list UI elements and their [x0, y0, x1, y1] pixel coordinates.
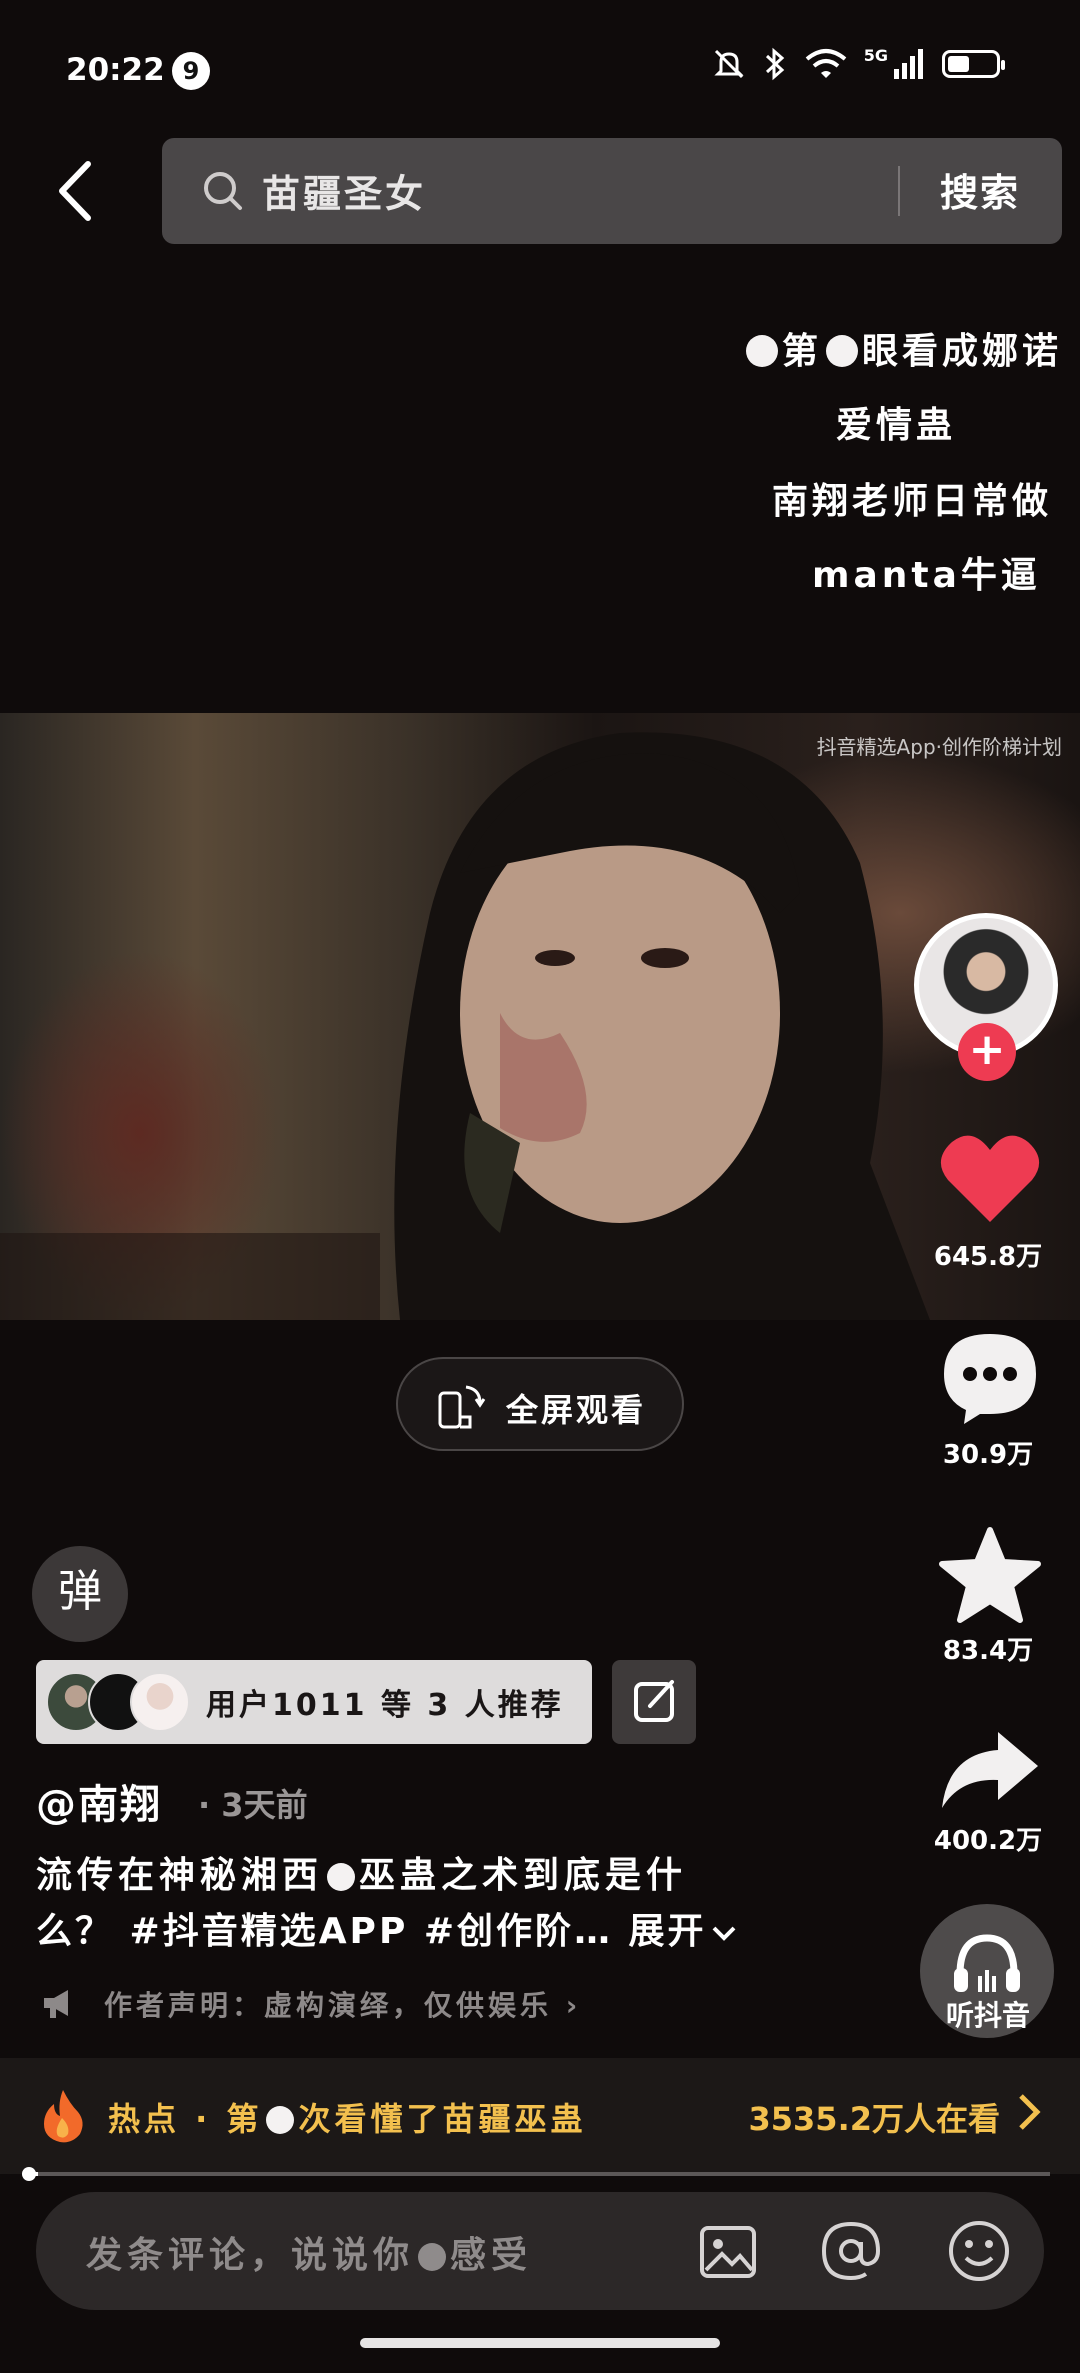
comment-icon[interactable]	[940, 1330, 1040, 1426]
status-icons: 5G	[712, 45, 1005, 82]
author-name[interactable]: @南翔	[36, 1772, 162, 1830]
video-progress-handle[interactable]	[22, 2167, 36, 2181]
mute-icon	[714, 49, 744, 79]
fullscreen-button[interactable]: 全屏观看	[396, 1357, 684, 1451]
share-icon[interactable]	[938, 1728, 1042, 1812]
heart-icon[interactable]	[940, 1132, 1040, 1224]
battery-icon	[942, 50, 1005, 78]
comment-input[interactable]: 发条评论，说说你 感受	[86, 2226, 532, 2278]
description-text: 么？ #抖音精选APP #创作阶… 展开	[36, 1911, 707, 1952]
overlay-caption-1: 第眼看成娜诺	[742, 322, 1062, 374]
share-count: 400.2万	[933, 1826, 1043, 1856]
hot-topic-bar[interactable]: 热点 · 第次看懂了苗疆巫蛊 3535.2万人在看	[0, 2058, 1080, 2174]
disclaimer-text: 作者声明：虚构演绎，仅供娱乐	[104, 1989, 553, 2022]
overlay-caption-3: 南翔老师日常做	[772, 481, 1053, 522]
description-line-2[interactable]: 么？ #抖音精选APP #创作阶… 展开	[36, 1902, 737, 1954]
description-text: 巫蛊之术到底是什	[359, 1855, 688, 1896]
signal-icon	[894, 49, 923, 79]
wifi-icon	[805, 49, 847, 78]
recommendation-text: 用户1011 等 3 人推荐	[206, 1688, 564, 1723]
back-button[interactable]	[48, 158, 104, 224]
danmu-toggle-button[interactable]: 弹	[32, 1546, 128, 1642]
emoji-icon[interactable]	[946, 2218, 1012, 2284]
emoji-icon-small	[746, 335, 778, 367]
search-input[interactable]: 苗疆圣女	[262, 163, 426, 218]
viewer-count: 3535.2万人在看	[748, 2100, 1001, 2138]
image-icon[interactable]	[698, 2222, 758, 2282]
comment-placeholder: 发条评论，说说你	[86, 2235, 415, 2276]
rotate-phone-icon	[438, 1385, 486, 1429]
hot-text-part: 热点 · 第	[108, 2100, 263, 2138]
emoji-icon-small	[418, 2243, 447, 2271]
search-divider	[898, 166, 900, 216]
fullscreen-label: 全屏观看	[506, 1391, 647, 1429]
comment-bar[interactable]: 发条评论，说说你 感受	[36, 2192, 1044, 2310]
search-bar[interactable]: 苗疆圣女 搜索	[162, 138, 1062, 244]
video-progress-track[interactable]	[28, 2172, 1050, 2176]
home-indicator[interactable]	[360, 2338, 720, 2348]
chevron-right-icon: ›	[552, 1989, 582, 2022]
chevron-right-icon	[1019, 2094, 1041, 2130]
video-watermark: 抖音精选App·创作阶梯计划	[816, 735, 1062, 759]
emoji-icon-small	[826, 335, 859, 367]
listen-label: 听抖音	[945, 1999, 1030, 2032]
edit-icon	[634, 1680, 674, 1722]
chevron-down-icon	[712, 1926, 735, 1941]
caption-text: 第	[782, 331, 823, 372]
bluetooth-icon	[765, 47, 784, 81]
caption-text: 眼看成娜诺	[862, 331, 1063, 372]
video-frame-illustration	[0, 732, 930, 1320]
fire-icon	[44, 2090, 83, 2143]
like-count: 645.8万	[933, 1242, 1043, 1272]
overlay-caption-4: manta牛逼	[812, 555, 1041, 596]
megaphone-icon	[44, 1990, 68, 2018]
emoji-icon-small	[266, 2106, 295, 2134]
hot-topic-text: 热点 · 第次看懂了苗疆巫蛊	[108, 2094, 586, 2140]
post-time: · 3天前	[198, 1786, 308, 1824]
favorite-count: 83.4万	[942, 1636, 1034, 1666]
follow-button[interactable]: +	[958, 1023, 1016, 1081]
search-icon	[204, 172, 242, 210]
edit-button[interactable]	[612, 1660, 696, 1744]
network-type: 5G	[863, 45, 888, 65]
emoji-icon-small	[327, 1863, 356, 1891]
battery-fill	[948, 56, 969, 72]
status-time: 20:22	[66, 52, 165, 88]
author-disclaimer[interactable]: 作者声明：虚构演绎，仅供娱乐 ›	[104, 1984, 581, 2024]
recommender-avatar	[130, 1672, 190, 1732]
hot-text-part: 次看懂了苗疆巫蛊	[298, 2100, 587, 2138]
search-button[interactable]: 搜索	[940, 162, 1020, 217]
description-text: 流传在神秘湘西	[36, 1855, 324, 1896]
comment-placeholder: 感受	[450, 2235, 533, 2276]
notification-badge: 9	[172, 52, 210, 90]
comment-count: 30.9万	[942, 1440, 1034, 1470]
overlay-caption-2: 爱情蛊	[836, 405, 957, 446]
recommendation-pill[interactable]: 用户1011 等 3 人推荐	[36, 1660, 592, 1744]
description-line-1: 流传在神秘湘西 巫蛊之术到底是什	[36, 1846, 687, 1898]
star-icon[interactable]	[938, 1526, 1042, 1624]
video-player[interactable]: 抖音精选App·创作阶梯计划	[0, 713, 1080, 1320]
at-icon[interactable]	[818, 2218, 884, 2284]
